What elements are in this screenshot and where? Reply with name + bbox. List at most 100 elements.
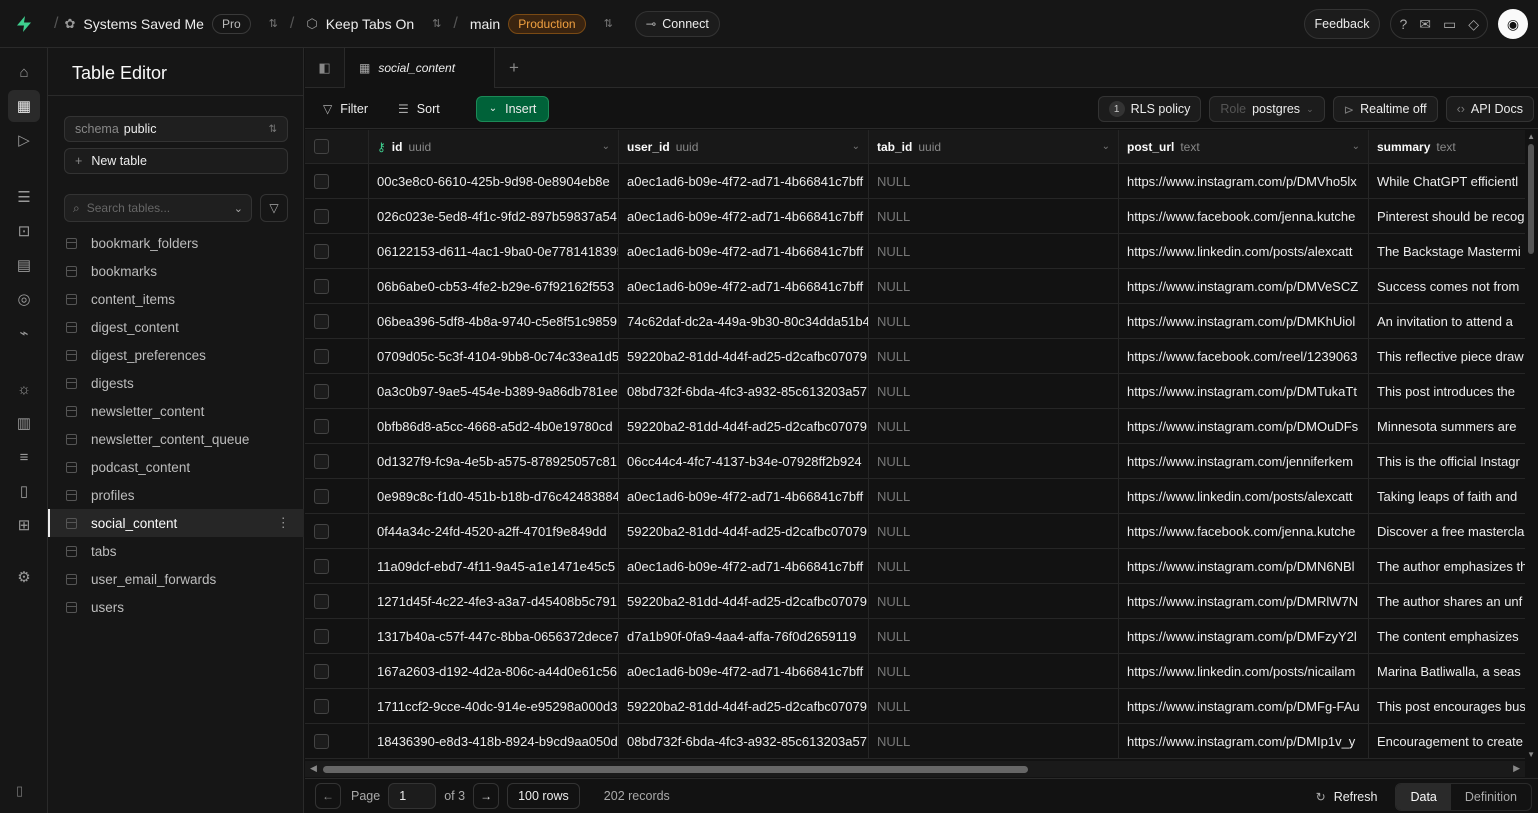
column-header-id[interactable]: ⚷ id uuid ⌄	[369, 130, 619, 163]
database-icon[interactable]: ☰	[8, 181, 40, 213]
toggle-sidebar-icon[interactable]: ◧	[305, 47, 345, 88]
sidebar-item-digest-preferences[interactable]: digest_preferences	[48, 341, 304, 369]
settings-icon[interactable]: ⚙	[8, 561, 40, 593]
cell-post-url[interactable]: https://www.instagram.com/p/DMFzyY2l	[1119, 619, 1369, 653]
cell-user-id[interactable]: a0ec1ad6-b09e-4f72-ad71-4b66841c7bff	[619, 479, 869, 513]
cell-tab-id[interactable]: NULL	[869, 409, 1119, 443]
supabase-logo-icon[interactable]	[0, 0, 48, 48]
cell-tab-id[interactable]: NULL	[869, 269, 1119, 303]
reports-icon[interactable]: ▥	[8, 407, 40, 439]
cell-post-url[interactable]: https://www.instagram.com/p/DMOuDFs	[1119, 409, 1369, 443]
cell-summary[interactable]: The author emphasizes th	[1369, 549, 1525, 583]
sidebar-item-bookmark-folders[interactable]: bookmark_folders	[48, 229, 304, 257]
cell-post-url[interactable]: https://www.instagram.com/p/DMKhUiol	[1119, 304, 1369, 338]
row-checkbox[interactable]	[314, 313, 329, 329]
cell-id[interactable]: 06bea396-5df8-4b8a-9740-c5e8f51c9859	[369, 304, 619, 338]
chevrons-down-icon[interactable]: ⌄	[234, 202, 243, 215]
cell-id[interactable]: 167a2603-d192-4d2a-806c-a44d0e61c561	[369, 654, 619, 688]
integrations-icon[interactable]: ⊞	[8, 509, 40, 541]
select-all-checkbox[interactable]	[314, 139, 329, 154]
row-checkbox[interactable]	[314, 733, 329, 749]
cell-post-url[interactable]: https://www.linkedin.com/posts/alexcatt	[1119, 234, 1369, 268]
auth-icon[interactable]: ⊡	[8, 215, 40, 247]
cell-post-url[interactable]: https://www.instagram.com/jenniferkem	[1119, 444, 1369, 478]
sidebar-item-newsletter-content[interactable]: newsletter_content	[48, 397, 304, 425]
inbox-icon[interactable]: ✉	[1419, 16, 1431, 33]
row-checkbox[interactable]	[314, 663, 329, 679]
rls-policy-button[interactable]: 1 RLS policy	[1097, 96, 1202, 122]
cell-summary[interactable]: Success comes not from	[1369, 269, 1525, 303]
column-header-tab-id[interactable]: tab_id uuid ⌄	[869, 130, 1119, 163]
scroll-left-icon[interactable]: ◀	[310, 763, 317, 774]
terminal-icon[interactable]: ▭	[1443, 16, 1456, 33]
search-input[interactable]	[86, 201, 217, 215]
row-checkbox[interactable]	[314, 348, 329, 364]
home-icon[interactable]: ⌂	[8, 56, 40, 88]
cell-post-url[interactable]: https://www.instagram.com/p/DMVeSCZ	[1119, 269, 1369, 303]
row-checkbox[interactable]	[314, 278, 329, 294]
cell-post-url[interactable]: https://www.instagram.com/p/DMTukaTt	[1119, 374, 1369, 408]
cell-id[interactable]: 1711ccf2-9cce-40dc-914e-e95298a000d3	[369, 689, 619, 723]
realtime-icon[interactable]: ◎	[8, 283, 40, 315]
sidebar-item-user-email-forwards[interactable]: user_email_forwards	[48, 565, 304, 593]
cell-user-id[interactable]: a0ec1ad6-b09e-4f72-ad71-4b66841c7bff	[619, 199, 869, 233]
cell-summary[interactable]: The Backstage Mastermi	[1369, 234, 1525, 268]
column-header-summary[interactable]: summary text	[1369, 130, 1525, 163]
sort-button[interactable]: ☰ Sort	[390, 96, 448, 122]
cell-tab-id[interactable]: NULL	[869, 444, 1119, 478]
chevron-updown-icon[interactable]: ⇅	[604, 17, 613, 30]
row-checkbox[interactable]	[314, 698, 329, 714]
cell-tab-id[interactable]: NULL	[869, 654, 1119, 688]
next-page-button[interactable]: →	[473, 783, 500, 809]
cell-post-url[interactable]: https://www.instagram.com/p/DMIp1v_y	[1119, 724, 1369, 758]
edge-functions-icon[interactable]: ⌁	[8, 317, 40, 349]
sql-editor-icon[interactable]: ▷	[8, 124, 40, 156]
collapse-sidebar-icon[interactable]: ▯	[16, 783, 23, 799]
row-checkbox[interactable]	[314, 628, 329, 644]
cell-summary[interactable]: Taking leaps of faith and	[1369, 479, 1525, 513]
assistant-icon[interactable]: ◇	[1468, 16, 1479, 33]
more-options-icon[interactable]: ⋮	[277, 515, 291, 531]
scrollbar-thumb[interactable]	[323, 766, 1028, 773]
branch-switcher[interactable]: main Production ⇅	[470, 13, 613, 34]
row-checkbox[interactable]	[314, 453, 329, 469]
cell-post-url[interactable]: https://www.facebook.com/jenna.kutche	[1119, 514, 1369, 548]
sidebar-item-social-content[interactable]: social_content ⋮	[48, 509, 304, 537]
chevron-down-icon[interactable]: ⌄	[602, 141, 610, 152]
storage-icon[interactable]: ▤	[8, 249, 40, 281]
cell-id[interactable]: 0e989c8c-f1d0-451b-b18b-d76c42483884	[369, 479, 619, 513]
cell-user-id[interactable]: 08bd732f-6bda-4fc3-a932-85c613203a57	[619, 374, 869, 408]
page-input[interactable]	[388, 783, 437, 809]
help-icon[interactable]: ?	[1399, 16, 1407, 32]
cell-id[interactable]: 06b6abe0-cb53-4fe2-b29e-67f92162f553	[369, 269, 619, 303]
cell-tab-id[interactable]: NULL	[869, 549, 1119, 583]
chevron-updown-icon[interactable]: ⇅	[432, 17, 441, 30]
sidebar-item-users[interactable]: users	[48, 593, 304, 621]
row-checkbox[interactable]	[314, 243, 329, 259]
chevron-down-icon[interactable]: ⌄	[1352, 141, 1360, 152]
insert-button[interactable]: ⌄ Insert	[475, 95, 550, 122]
row-checkbox[interactable]	[314, 208, 329, 224]
cell-id[interactable]: 0d1327f9-fc9a-4e5b-a575-878925057c81	[369, 444, 619, 478]
chevron-down-icon[interactable]: ⌄	[1102, 141, 1110, 152]
cell-user-id[interactable]: 59220ba2-81dd-4d4f-ad25-d2cafbc07079	[619, 339, 869, 373]
cell-post-url[interactable]: https://www.instagram.com/p/DMFg-FAu	[1119, 689, 1369, 723]
cell-id[interactable]: 026c023e-5ed8-4f1c-9fd2-897b59837a54	[369, 199, 619, 233]
cell-summary[interactable]: Minnesota summers are	[1369, 409, 1525, 443]
cell-id[interactable]: 1271d45f-4c22-4fe3-a3a7-d45408b5c791	[369, 584, 619, 618]
api-docs-button[interactable]: ‹› API Docs	[1445, 96, 1534, 122]
sidebar-item-bookmarks[interactable]: bookmarks	[48, 257, 304, 285]
cell-post-url[interactable]: https://www.facebook.com/reel/1239063	[1119, 339, 1369, 373]
cell-summary[interactable]: The content emphasizes	[1369, 619, 1525, 653]
cell-user-id[interactable]: a0ec1ad6-b09e-4f72-ad71-4b66841c7bff	[619, 549, 869, 583]
row-checkbox[interactable]	[314, 383, 329, 399]
rows-per-page-button[interactable]: 100 rows	[507, 783, 580, 809]
cell-summary[interactable]: This post introduces the	[1369, 374, 1525, 408]
sidebar-item-digest-content[interactable]: digest_content	[48, 313, 304, 341]
add-tab-icon[interactable]: +	[509, 58, 519, 78]
avatar[interactable]: ◉	[1498, 9, 1528, 39]
cell-tab-id[interactable]: NULL	[869, 479, 1119, 513]
feedback-button[interactable]: Feedback	[1303, 9, 1381, 39]
connect-button[interactable]: ⊸ Connect	[634, 10, 720, 37]
cell-tab-id[interactable]: NULL	[869, 514, 1119, 548]
